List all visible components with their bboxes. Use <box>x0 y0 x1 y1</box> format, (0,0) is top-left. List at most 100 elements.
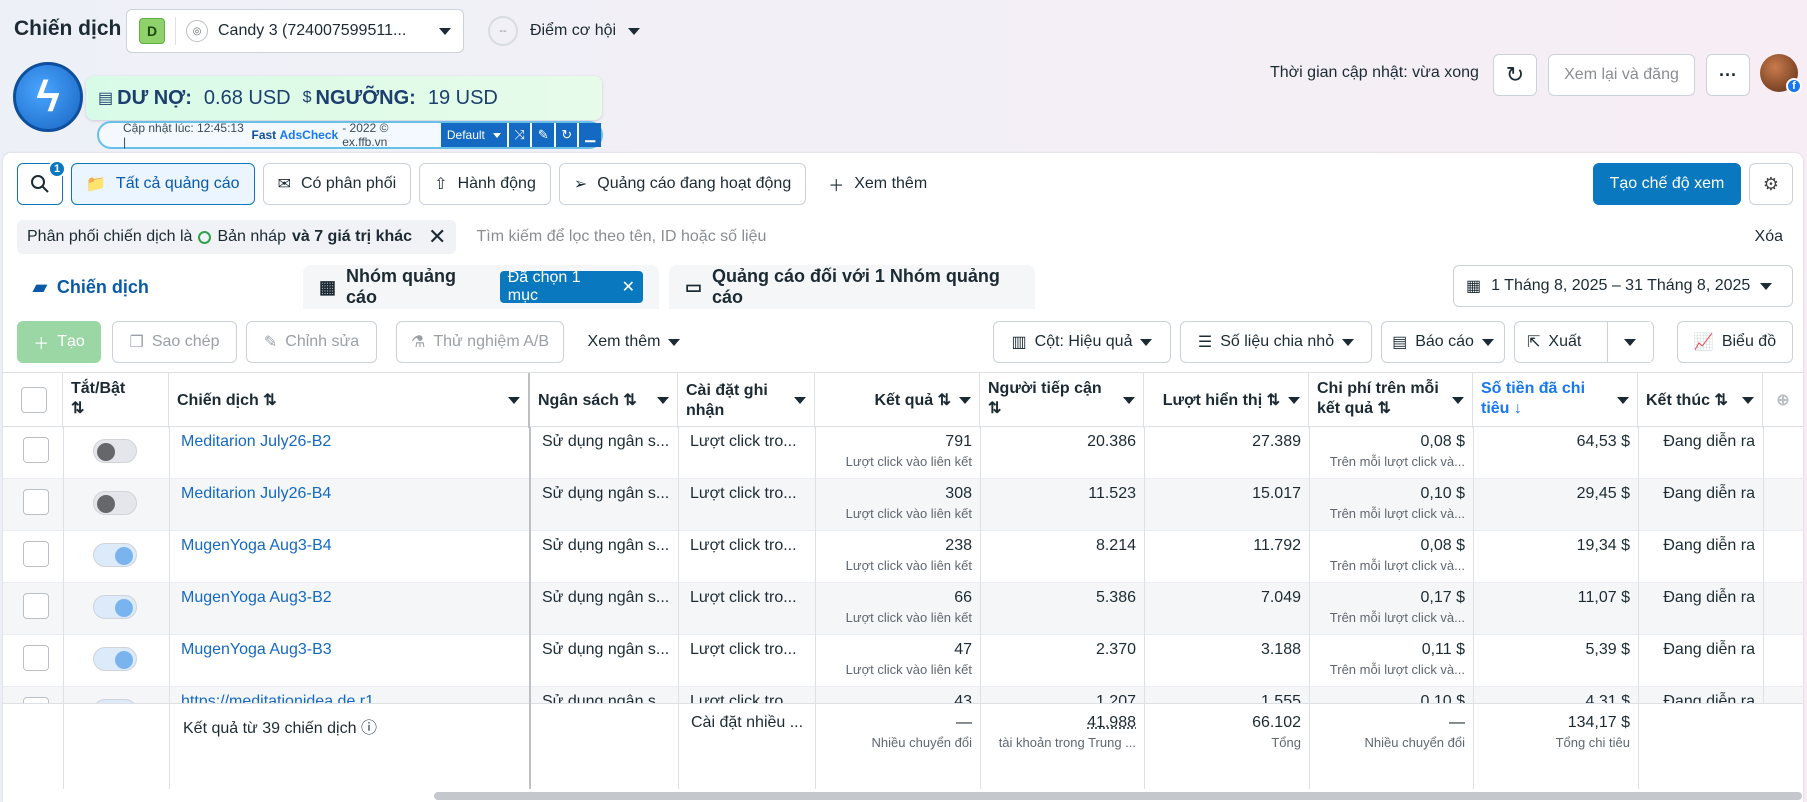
filter-search-input[interactable]: Tìm kiếm để lọc theo tên, ID hoặc số liệ… <box>476 228 1754 246</box>
chevron-down-icon[interactable] <box>794 397 806 404</box>
header-toggle[interactable]: Tắt/Bật ⇅ <box>63 373 169 428</box>
table-header: Tắt/Bật ⇅ Chiến dịch ⇅ Ngân sách ⇅ Cài đặ… <box>3 372 1803 428</box>
impressions-cell: 11.792 <box>1253 537 1301 554</box>
row-checkbox[interactable] <box>23 541 49 567</box>
table-row[interactable]: https://meditationidea.de r1 Sử dụng ngân… <box>3 687 1803 703</box>
chevron-down-icon[interactable] <box>1123 397 1135 404</box>
copy-button[interactable]: ❐ Sao chép <box>112 321 237 363</box>
lightning-logo-icon[interactable]: ϟ <box>13 62 83 132</box>
row-checkbox[interactable] <box>23 489 49 515</box>
select-all-checkbox[interactable] <box>21 387 47 413</box>
filter-chip[interactable]: Phân phối chiến dịch là Bản nháp và 7 gi… <box>17 220 457 254</box>
minimize-icon[interactable]: ▁ <box>579 123 602 147</box>
filter-delivering[interactable]: ✉ Có phân phối <box>262 163 412 205</box>
ad-icon: ▭ <box>685 276 703 297</box>
table-row[interactable]: Meditarion July26-B2 Sử dụng ngân s... Lượ… <box>3 427 1803 479</box>
header-reach[interactable]: Người tiếp cận ⇅ <box>980 373 1144 428</box>
filter-active-ads[interactable]: ➢ Quảng cáo đang hoạt động <box>558 163 807 205</box>
delivery-toggle[interactable] <box>93 543 137 567</box>
campaign-name-link[interactable]: Meditarion July26-B4 <box>173 479 528 531</box>
date-range-picker[interactable]: ▦ 1 Tháng 8, 2025 – 31 Tháng 8, 2025 <box>1453 265 1793 307</box>
header-impressions[interactable]: Lượt hiển thị ⇅ <box>1144 373 1309 428</box>
header-results[interactable]: Kết quả ⇅ <box>815 373 980 428</box>
edit-icon[interactable]: ✎ <box>532 123 554 147</box>
brand-fast: Fast <box>251 128 277 142</box>
create-view-button[interactable]: Tạo chế độ xem <box>1593 163 1741 205</box>
ab-test-button[interactable]: ⚗ Thử nghiệm A/B <box>396 321 564 363</box>
refresh-icon[interactable]: ↻ <box>555 123 578 147</box>
table-row[interactable]: Meditarion July26-B4 Sử dụng ngân s... Lượ… <box>3 479 1803 531</box>
table-row[interactable]: MugenYoga Aug3-B2 Sử dụng ngân s... Lượt c… <box>3 583 1803 635</box>
selected-chip[interactable]: Đã chọn 1 mục ✕ <box>499 269 643 304</box>
header-budget[interactable]: Ngân sách ⇅ <box>530 373 678 428</box>
row-checkbox[interactable] <box>23 593 49 619</box>
shuffle-icon[interactable]: ⤨ <box>508 123 531 147</box>
columns-button[interactable]: ▥ Cột: Hiệu quả <box>993 321 1171 363</box>
export-dropdown[interactable] <box>1607 322 1651 362</box>
row-checkbox[interactable] <box>23 437 49 463</box>
profile-select[interactable]: Default <box>440 123 507 147</box>
header-end[interactable]: Kết thúc ⇅ <box>1638 373 1763 428</box>
breakdown-button[interactable]: ☰ Số liệu chia nhỏ <box>1180 321 1372 363</box>
search-button[interactable]: 1 <box>17 160 66 205</box>
close-icon[interactable]: ✕ <box>622 277 635 297</box>
chevron-down-icon[interactable] <box>1452 397 1464 404</box>
chevron-down-icon[interactable] <box>508 397 520 404</box>
filter-active-ads-label: Quảng cáo đang hoạt động <box>597 175 792 192</box>
chevron-down-icon[interactable] <box>1617 397 1629 404</box>
campaign-name-link[interactable]: MugenYoga Aug3-B3 <box>173 635 528 687</box>
table-row[interactable]: MugenYoga Aug3-B3 Sử dụng ngân s... Lượt c… <box>3 635 1803 687</box>
campaign-name-link[interactable]: MugenYoga Aug3-B4 <box>173 531 528 583</box>
more-options-button[interactable]: ··· <box>1706 54 1750 96</box>
chevron-down-icon[interactable] <box>1288 397 1300 404</box>
filter-more[interactable]: ＋ Xem thêm <box>814 163 941 205</box>
campaign-name-link[interactable]: MugenYoga Aug3-B2 <box>173 583 528 635</box>
tab-campaigns[interactable]: ▰ Chiến dịch <box>17 263 297 311</box>
review-publish-button[interactable]: Xem lại và đăng <box>1548 54 1695 96</box>
summary-reach: 41.988 tài khoản trong Trung ... <box>980 714 1136 750</box>
refresh-button[interactable]: ↻ <box>1493 54 1537 96</box>
header-cost-per-result[interactable]: Chi phí trên mỗi kết quả ⇅ <box>1309 373 1473 428</box>
delivery-toggle[interactable] <box>93 595 137 619</box>
header-attribution[interactable]: Cài đặt ghi nhận <box>678 373 815 428</box>
chevron-down-icon[interactable] <box>657 397 669 404</box>
avatar[interactable]: f <box>1760 54 1802 94</box>
chevron-down-icon[interactable] <box>959 397 971 404</box>
opportunity-score[interactable]: -- Điểm cơ hội <box>488 16 641 46</box>
tab-adsets[interactable]: ▦ Nhóm quảng cáo Đã chọn 1 mục ✕ <box>303 265 659 309</box>
header-end-label: Kết thúc <box>1646 391 1710 409</box>
tab-ads[interactable]: ▭ Quảng cáo đối với 1 Nhóm quảng cáo <box>669 265 1035 309</box>
add-column-icon[interactable]: ⊕ <box>1763 373 1803 428</box>
close-icon[interactable]: ✕ <box>428 224 446 250</box>
header-amount-spent[interactable]: Số tiền đã chi tiêu ↓ <box>1473 373 1638 428</box>
sort-icon: ⇅ <box>988 400 1002 417</box>
horizontal-scrollbar[interactable] <box>434 792 1802 800</box>
table-row[interactable]: MugenYoga Aug3-B4 Sử dụng ngân s... Lượt c… <box>3 531 1803 583</box>
chip-suffix: và 7 giá trị khác <box>291 228 413 245</box>
filter-all-ads[interactable]: 📁 Tất cả quảng cáo <box>71 163 255 205</box>
reports-button[interactable]: ▤ Báo cáo <box>1381 321 1505 363</box>
header-select-all[interactable] <box>3 373 63 428</box>
spent-cell: 5,39 $ <box>1585 641 1630 658</box>
toggle-knob <box>115 651 133 669</box>
delivery-toggle[interactable] <box>93 491 137 515</box>
chevron-down-icon[interactable] <box>1742 397 1754 404</box>
info-icon[interactable]: ⓘ <box>361 720 377 737</box>
toolbar-more-button[interactable]: Xem thêm <box>574 321 694 363</box>
row-checkbox[interactable] <box>23 645 49 671</box>
customize-button[interactable]: ⚙ <box>1749 163 1793 205</box>
campaign-name-link[interactable]: Meditarion July26-B2 <box>173 427 528 479</box>
column-divider <box>678 427 679 789</box>
clear-filters-link[interactable]: Xóa <box>1755 228 1783 246</box>
campaign-name-link[interactable]: https://meditationidea.de r1 <box>173 687 528 703</box>
header-campaign[interactable]: Chiến dịch ⇅ <box>169 373 530 428</box>
charts-button[interactable]: 📈 Biểu đồ <box>1677 321 1793 363</box>
filter-action-label: Hành động <box>457 175 536 192</box>
account-selector[interactable]: D ◎ Candy 3 (724007599511... <box>126 9 464 53</box>
delivery-toggle[interactable] <box>93 647 137 671</box>
delivery-toggle[interactable] <box>93 439 137 463</box>
edit-button[interactable]: ✎ Chỉnh sửa <box>246 321 377 363</box>
create-button[interactable]: ＋ Tạo <box>17 321 101 363</box>
selected-chip-label: Đã chọn 1 mục <box>507 269 581 304</box>
filter-action[interactable]: ⇧ Hành động <box>419 163 551 205</box>
